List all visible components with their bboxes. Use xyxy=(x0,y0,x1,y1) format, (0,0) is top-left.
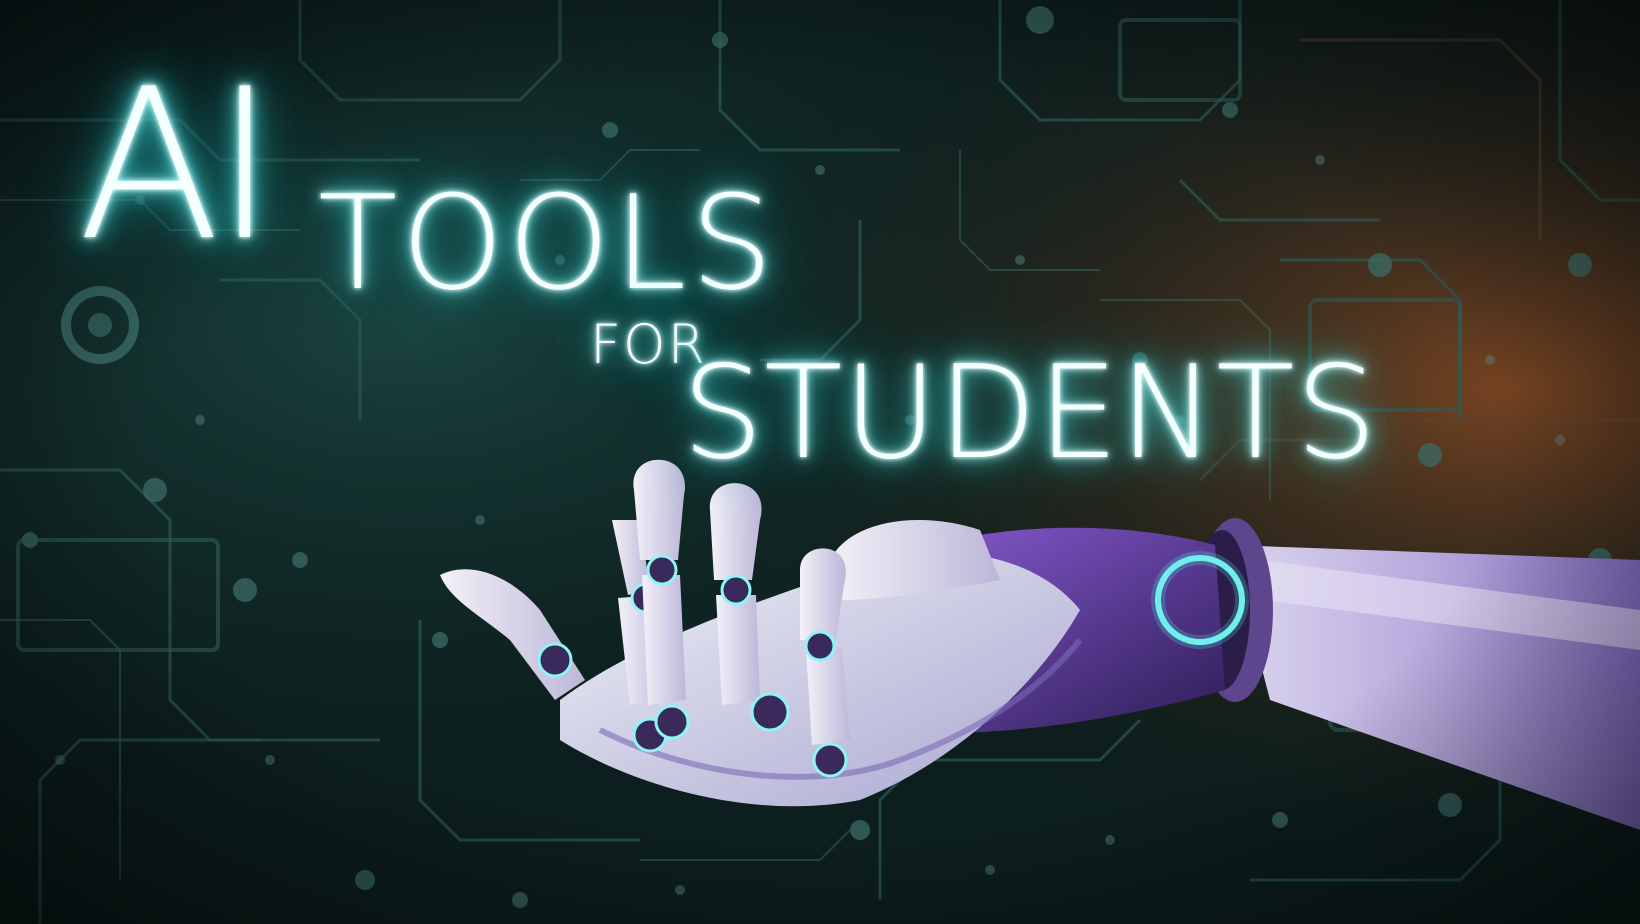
title-ai: AI xyxy=(78,45,276,287)
title-students: STUDENTS xyxy=(682,339,1378,488)
title-tools: TOOLS xyxy=(318,167,778,319)
